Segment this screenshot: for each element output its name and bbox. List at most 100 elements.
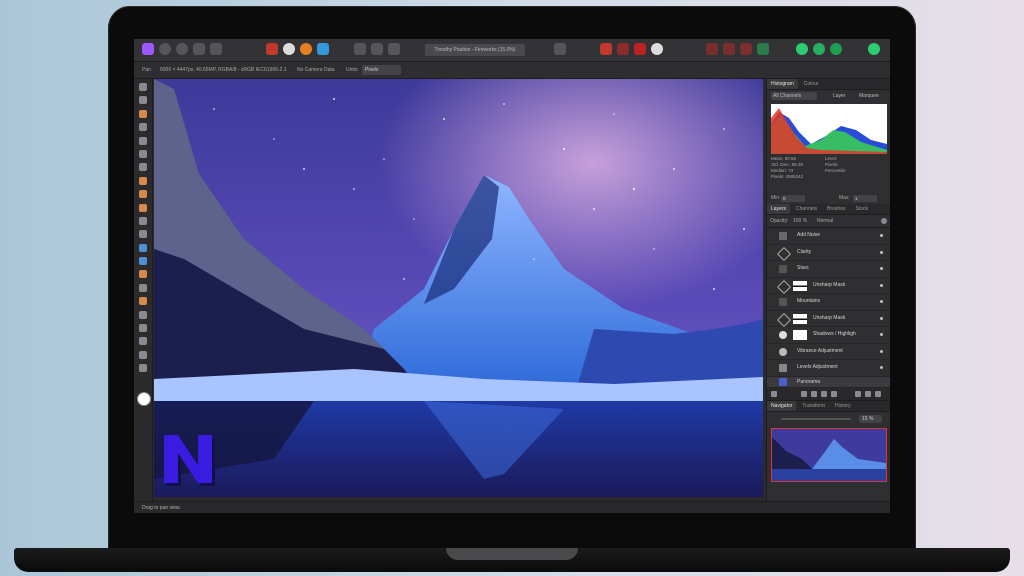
erase-brush-icon[interactable]	[139, 203, 147, 212]
tab-history[interactable]: History	[831, 401, 855, 411]
freehand-select-icon[interactable]	[139, 176, 147, 185]
selection-brush-icon[interactable]	[139, 136, 147, 145]
gradient-tool-icon[interactable]	[139, 230, 147, 239]
select-all-icon[interactable]	[354, 43, 366, 55]
auto-levels-icon[interactable]	[266, 43, 278, 55]
snapping-icon[interactable]	[757, 43, 769, 55]
photo-persona-icon[interactable]	[142, 43, 154, 55]
text-tool-icon[interactable]	[139, 337, 147, 346]
arrange-back-icon[interactable]	[706, 43, 718, 55]
max-label: Max:	[839, 195, 850, 201]
invert-selection-icon[interactable]	[388, 43, 400, 55]
mesh-warp-icon[interactable]	[139, 350, 147, 359]
max-field[interactable]: 1	[853, 195, 877, 202]
visibility-icon[interactable]	[880, 300, 883, 303]
visibility-icon[interactable]	[880, 250, 883, 254]
burn-tool-icon[interactable]	[139, 257, 147, 266]
tone-mapping-persona-icon[interactable]	[193, 43, 205, 55]
paint-brush-icon[interactable]	[139, 190, 147, 199]
min-field[interactable]: 0	[781, 195, 805, 202]
refine-icon[interactable]	[634, 43, 646, 55]
brush-mode-icon[interactable]	[617, 43, 629, 55]
zoom-field[interactable]: 15 %	[859, 414, 882, 423]
layer-row[interactable]: Panorama	[767, 376, 890, 388]
layer-options-icon[interactable]	[771, 390, 777, 397]
layer-row[interactable]: Shadows / Highligh	[767, 327, 890, 344]
tab-histogram[interactable]: Histogram	[767, 79, 798, 89]
layer-row[interactable]: Vibrance Adjustment	[767, 344, 890, 360]
quick-mask-icon[interactable]	[600, 43, 612, 55]
view-mode-icon[interactable]	[554, 43, 566, 55]
export-persona-icon[interactable]	[210, 43, 222, 55]
layer-row[interactable]: Levels Adjustment	[767, 360, 890, 377]
opacity-value[interactable]: 100 %	[793, 215, 807, 227]
tab-navigator[interactable]: Navigator	[767, 400, 797, 411]
add-pixel-layer-icon[interactable]	[831, 390, 837, 397]
user-account-icon[interactable]	[868, 43, 880, 55]
layer-checkbox-label[interactable]: Layer	[833, 90, 846, 102]
document-canvas[interactable]	[154, 79, 763, 497]
live-filter-icon[interactable]	[821, 390, 827, 397]
flood-fill-icon[interactable]	[139, 216, 147, 225]
color-well[interactable]	[137, 392, 151, 406]
histogram-stats: Mean: 80.56 Std. Dev.: 68.28 Median: 73 …	[767, 154, 890, 194]
layer-row[interactable]: Unsharp Mask	[767, 311, 890, 327]
zoom-tool-icon[interactable]	[139, 364, 147, 373]
red-eye-tool-icon[interactable]	[139, 297, 147, 306]
cloud-icon[interactable]	[830, 43, 842, 55]
visibility-icon[interactable]	[880, 349, 883, 353]
marquee-tool-icon[interactable]	[139, 163, 147, 172]
liquify-persona-icon[interactable]	[159, 43, 171, 55]
new-layer-icon[interactable]	[865, 390, 871, 397]
assistant-icon[interactable]	[651, 43, 663, 55]
view-tool-icon[interactable]	[139, 83, 147, 91]
adjustment-layer-icon[interactable]	[811, 390, 817, 397]
layer-row[interactable]: Mountains	[767, 294, 890, 311]
tab-brushes[interactable]: Brushes	[823, 204, 849, 214]
visibility-icon[interactable]	[880, 234, 883, 237]
delete-layer-icon[interactable]	[875, 390, 881, 397]
deselect-icon[interactable]	[371, 43, 383, 55]
publish-icon[interactable]	[813, 43, 825, 55]
visibility-icon[interactable]	[880, 267, 883, 270]
auto-white-balance-icon[interactable]	[317, 43, 329, 55]
tab-transform[interactable]: Transform	[798, 401, 829, 411]
arrange-forward-icon[interactable]	[723, 43, 735, 55]
align-icon[interactable]	[740, 43, 752, 55]
visibility-icon[interactable]	[880, 283, 883, 287]
rectangle-tool-icon[interactable]	[139, 324, 147, 333]
layer-settings-icon[interactable]	[881, 218, 887, 224]
crop-tool-icon[interactable]	[139, 123, 147, 132]
tab-colour[interactable]: Colour	[800, 79, 823, 89]
layer-name: Shadows / Highligh	[813, 331, 856, 337]
pen-tool-icon[interactable]	[139, 310, 147, 319]
tab-layers[interactable]: Layers	[767, 204, 791, 214]
clone-tool-icon[interactable]	[139, 270, 147, 279]
share-icon[interactable]	[796, 43, 808, 55]
mask-layer-icon[interactable]	[801, 390, 807, 397]
move-tool-icon[interactable]	[139, 96, 147, 105]
navigator-preview[interactable]	[771, 427, 887, 482]
layer-row[interactable]: Unsharp Mask	[767, 278, 890, 294]
auto-contrast-icon[interactable]	[283, 43, 295, 55]
blend-mode-select[interactable]: Normal	[817, 215, 833, 227]
layer-row[interactable]: Add Noise	[767, 228, 890, 245]
visibility-icon[interactable]	[880, 333, 883, 336]
layer-row[interactable]: Clarity	[767, 245, 890, 261]
visibility-icon[interactable]	[880, 366, 883, 369]
dodge-tool-icon[interactable]	[139, 243, 147, 252]
layer-row[interactable]: Stars	[767, 261, 890, 278]
healing-tool-icon[interactable]	[139, 283, 147, 292]
channel-select[interactable]: All Channels	[771, 92, 817, 100]
units-select[interactable]: Pixels	[362, 65, 401, 75]
color-picker-tool-icon[interactable]	[139, 109, 147, 118]
marquee-checkbox-label[interactable]: Marquee	[859, 90, 879, 102]
flood-select-icon[interactable]	[139, 149, 147, 158]
visibility-icon[interactable]	[880, 316, 883, 320]
develop-persona-icon[interactable]	[176, 43, 188, 55]
zoom-slider[interactable]	[781, 417, 851, 420]
tab-stock[interactable]: Stock	[852, 204, 873, 214]
group-layers-icon[interactable]	[855, 390, 861, 397]
auto-colors-icon[interactable]	[300, 43, 312, 55]
tab-channels[interactable]: Channels	[792, 204, 821, 214]
